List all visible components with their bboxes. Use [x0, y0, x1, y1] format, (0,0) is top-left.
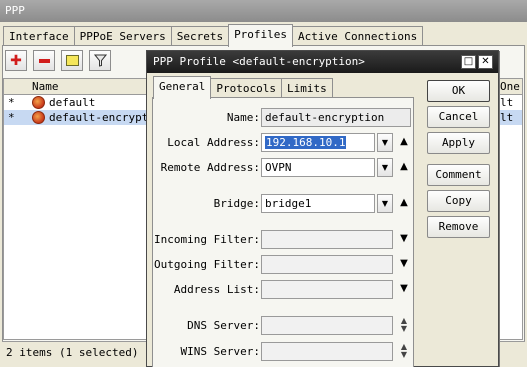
- address-list-field[interactable]: [261, 280, 393, 299]
- remove-button[interactable]: Remove: [427, 216, 490, 238]
- filter-icon: [93, 54, 107, 67]
- minus-icon: [38, 58, 50, 63]
- comment-button[interactable]: [61, 50, 83, 71]
- incoming-filter-row: Incoming Filter: ▼: [153, 230, 415, 250]
- row-only-one: lt: [500, 111, 514, 124]
- dialog-tabbar: General Protocols Limits: [153, 76, 333, 99]
- local-address-remove[interactable]: ▲: [398, 136, 410, 148]
- row-flag: *: [8, 96, 15, 109]
- wins-server-label: WINS Server:: [180, 345, 260, 358]
- dns-server-updown[interactable]: ▲ ▼: [398, 317, 410, 333]
- add-button[interactable]: ✚: [5, 50, 27, 71]
- incoming-filter-label: Incoming Filter:: [154, 233, 260, 246]
- filter-button[interactable]: [89, 50, 111, 71]
- wins-server-field[interactable]: [261, 342, 393, 361]
- comment-button[interactable]: Comment: [427, 164, 490, 186]
- apply-button[interactable]: Apply: [427, 132, 490, 154]
- tab-general[interactable]: General: [153, 76, 212, 99]
- bridge-field[interactable]: bridge1: [261, 194, 375, 213]
- row-name: default: [49, 96, 96, 109]
- outgoing-filter-field[interactable]: [261, 255, 393, 274]
- restore-icon: □: [463, 56, 474, 67]
- copy-button[interactable]: Copy: [427, 190, 490, 212]
- arrow-down-icon: ▼: [400, 324, 408, 333]
- name-field[interactable]: default-encryption: [261, 108, 411, 127]
- incoming-filter-field[interactable]: [261, 230, 393, 249]
- column-header-only-one[interactable]: One: [500, 80, 520, 93]
- tab-interface[interactable]: Interface: [3, 26, 75, 46]
- chevron-down-icon: ▼: [381, 163, 389, 172]
- remote-address-label: Remote Address:: [160, 161, 260, 174]
- bridge-label: Bridge:: [213, 197, 260, 210]
- general-tab-content: Name: default-encryption Local Address: …: [152, 97, 414, 367]
- name-label: Name:: [226, 111, 260, 124]
- close-button[interactable]: ✕: [478, 55, 493, 69]
- outgoing-filter-dropdown[interactable]: ▼: [398, 258, 410, 270]
- ppp-tabbar: Interface PPPoE Servers Secrets Profiles…: [3, 24, 424, 47]
- row-name: default-encryptio: [49, 111, 162, 124]
- ppp-profile-dialog: PPP Profile <default-encryption> □ ✕ Gen…: [146, 50, 499, 367]
- wins-server-row: WINS Server: ▲ ▼: [153, 342, 415, 362]
- name-row: Name: default-encryption: [153, 108, 415, 128]
- local-address-dropdown[interactable]: ▼: [377, 133, 393, 152]
- cancel-button[interactable]: Cancel: [427, 106, 490, 128]
- dialog-titlebar[interactable]: PPP Profile <default-encryption>: [147, 51, 498, 73]
- address-list-row: Address List: ▼: [153, 280, 415, 300]
- local-address-value: 192.168.10.1: [265, 136, 347, 149]
- dns-server-row: DNS Server: ▲ ▼: [153, 316, 415, 336]
- outgoing-filter-row: Outgoing Filter: ▼: [153, 255, 415, 275]
- toolbar: ✚: [5, 50, 111, 71]
- address-list-label: Address List:: [173, 283, 260, 296]
- tab-secrets[interactable]: Secrets: [170, 26, 230, 46]
- remote-address-remove[interactable]: ▲: [398, 161, 410, 173]
- local-address-row: Local Address: 192.168.10.1 ▼ ▲: [153, 133, 415, 153]
- local-address-field[interactable]: 192.168.10.1: [261, 133, 375, 152]
- close-icon: ✕: [481, 56, 490, 67]
- tab-active-connections[interactable]: Active Connections: [292, 26, 424, 46]
- dialog-title: PPP Profile <default-encryption>: [153, 55, 365, 68]
- remote-address-row: Remote Address: OVPN ▼ ▲: [153, 158, 415, 178]
- profile-icon: [32, 111, 45, 124]
- tab-profiles[interactable]: Profiles: [228, 24, 294, 47]
- column-header-name[interactable]: Name: [32, 80, 59, 93]
- chevron-down-icon: ▼: [381, 199, 389, 208]
- local-address-label: Local Address:: [167, 136, 260, 149]
- dns-server-label: DNS Server:: [187, 319, 260, 332]
- tab-protocols[interactable]: Protocols: [210, 78, 282, 98]
- bridge-row: Bridge: bridge1 ▼ ▲: [153, 194, 415, 214]
- status-text: 2 items (1 selected): [6, 346, 139, 359]
- bridge-dropdown[interactable]: ▼: [377, 194, 393, 213]
- profile-icon: [32, 96, 45, 109]
- ppp-window-title: PPP: [0, 0, 527, 22]
- address-list-dropdown[interactable]: ▼: [398, 283, 410, 295]
- wins-server-updown[interactable]: ▲ ▼: [398, 343, 410, 359]
- plus-icon: ✚: [10, 52, 22, 69]
- tab-pppoe-servers[interactable]: PPPoE Servers: [73, 26, 172, 46]
- row-only-one: lt: [500, 96, 514, 109]
- remote-address-dropdown[interactable]: ▼: [377, 158, 393, 177]
- outgoing-filter-label: Outgoing Filter:: [154, 258, 260, 271]
- restore-button[interactable]: □: [461, 55, 476, 69]
- remote-address-field[interactable]: OVPN: [261, 158, 375, 177]
- chevron-down-icon: ▼: [381, 138, 389, 147]
- tab-limits[interactable]: Limits: [280, 78, 333, 98]
- arrow-down-icon: ▼: [400, 350, 408, 359]
- remove-button[interactable]: [33, 50, 55, 71]
- bridge-remove[interactable]: ▲: [398, 197, 410, 209]
- dns-server-field[interactable]: [261, 316, 393, 335]
- incoming-filter-dropdown[interactable]: ▼: [398, 233, 410, 245]
- note-icon: [65, 55, 79, 66]
- ok-button[interactable]: OK: [427, 80, 490, 102]
- row-flag: *: [8, 111, 15, 124]
